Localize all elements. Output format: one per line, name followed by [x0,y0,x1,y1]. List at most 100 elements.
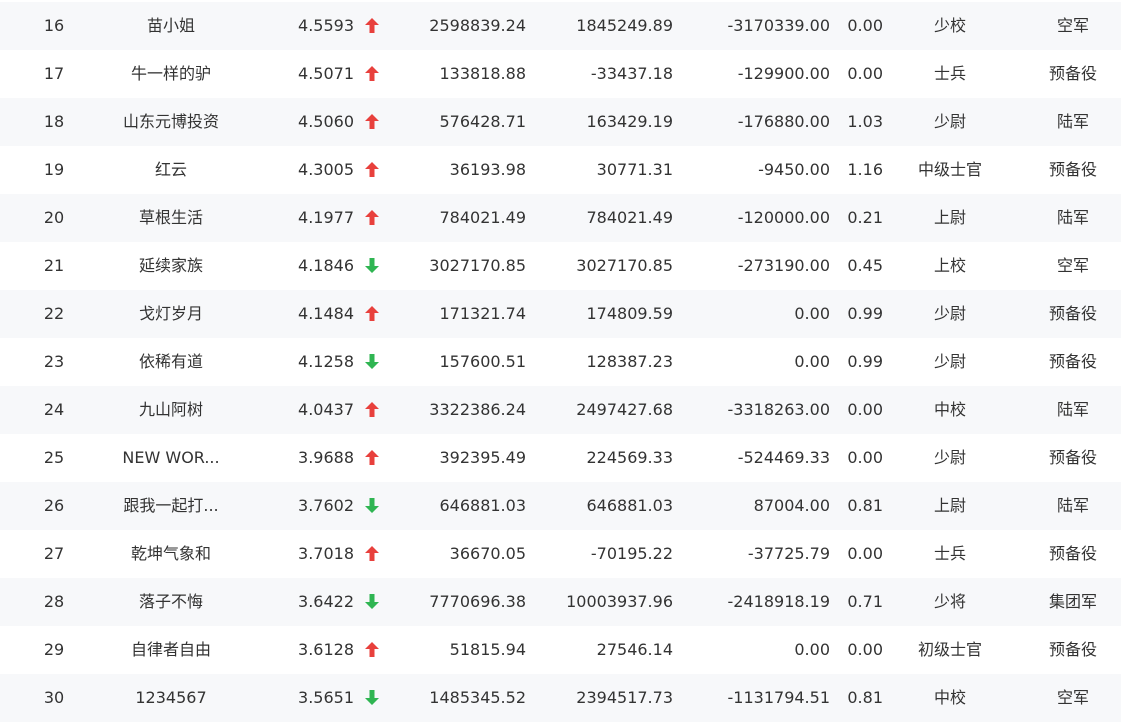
unit-cell: 空军 [1056,16,1089,35]
unit-cell: 预备役 [1048,544,1097,563]
ratio-cell: 0.45 [847,256,883,275]
unit-cell: 空军 [1056,256,1089,275]
value-1-cell: 51815.94 [449,640,526,659]
rank-title-cell: 少尉 [933,112,966,131]
table-row[interactable]: 26 跟我一起打... 3.7602 646881.03 646881.03 87004.… [0,482,1121,530]
arrow-down-icon [365,593,379,609]
value-3-cell: 87004.00 [753,496,830,515]
arrow-up-icon [365,209,379,225]
player-name: 山东元博投资 [122,112,219,131]
rank-title-cell: 少尉 [933,304,966,323]
ratio-cell: 0.00 [847,640,883,659]
unit-cell: 预备役 [1048,64,1097,83]
unit-cell: 预备役 [1048,352,1097,371]
rank-title-cell: 少尉 [933,352,966,371]
value-2-cell: 3027170.85 [576,256,673,275]
rank-title-cell: 少尉 [933,448,966,467]
value-1-cell: 36193.98 [449,160,526,179]
score-cell: 3.6128 [298,640,354,659]
value-1-cell: 171321.74 [439,304,526,323]
rank-title-cell: 中校 [933,688,966,707]
arrow-down-icon [365,497,379,513]
value-1-cell: 392395.49 [439,448,526,467]
table-row[interactable]: 17 牛一样的驴 4.5071 133818.88 -33437.18 -129900.0… [0,50,1121,98]
value-3-cell: -3318263.00 [727,400,830,419]
rank-cell: 22 [43,304,65,323]
score-cell: 4.1258 [298,352,354,371]
table-row[interactable]: 23 依稀有道 4.1258 157600.51 128387.23 0.00 0.99 少尉… [0,338,1121,386]
table-row[interactable]: 19 红云 4.3005 36193.98 30771.31 -9450.00 1.16 中级… [0,146,1121,194]
value-2-cell: 784021.49 [586,208,673,227]
score-cell: 4.5060 [298,112,354,131]
rank-title-cell: 少校 [933,16,966,35]
player-name: 1234567 [135,688,207,707]
unit-cell: 集团军 [1048,592,1097,611]
table-row[interactable]: 21 延续家族 4.1846 3027170.85 3027170.85 -273190.… [0,242,1121,290]
value-3-cell: -524469.33 [737,448,830,467]
value-1-cell: 646881.03 [439,496,526,515]
score-cell: 4.0437 [298,400,354,419]
unit-cell: 空军 [1056,688,1089,707]
value-2-cell: 2394517.73 [576,688,673,707]
table-row[interactable]: 18 山东元博投资 4.5060 576428.71 163429.19 -176880.… [0,98,1121,146]
rank-title-cell: 士兵 [933,64,966,83]
value-3-cell: -2418918.19 [727,592,830,611]
table-row[interactable]: 28 落子不悔 3.6422 7770696.38 10003937.96 -241891… [0,578,1121,626]
value-2-cell: -33437.18 [590,64,673,83]
rank-cell: 17 [43,64,65,83]
trend-cell [362,530,382,578]
trend-cell [362,194,382,242]
value-1-cell: 36670.05 [449,544,526,563]
table-row[interactable]: 30 1234567 3.5651 1485345.52 2394517.73 -1131… [0,674,1121,722]
rank-cell: 21 [43,256,65,275]
player-name: 牛一样的驴 [130,64,211,83]
value-1-cell: 576428.71 [439,112,526,131]
rank-title-cell: 上尉 [933,496,966,515]
table-row[interactable]: 16 苗小姐 4.5593 2598839.24 1845249.89 -3170339.… [0,2,1121,50]
table-row[interactable]: 25 NEW WOR... 3.9688 392395.49 224569.33 -524… [0,434,1121,482]
table-row[interactable]: 22 戈灯岁月 4.1484 171321.74 174809.59 0.00 0.99 少尉… [0,290,1121,338]
ratio-cell: 0.00 [847,16,883,35]
score-cell: 4.5593 [298,16,354,35]
rank-cell: 25 [43,448,65,467]
rank-title-cell: 上尉 [933,208,966,227]
trend-cell [362,50,382,98]
value-3-cell: 0.00 [794,352,830,371]
value-2-cell: 2497427.68 [576,400,673,419]
unit-cell: 陆军 [1056,400,1089,419]
value-3-cell: -9450.00 [758,160,830,179]
rank-cell: 19 [43,160,65,179]
value-1-cell: 157600.51 [439,352,526,371]
rank-cell: 30 [43,688,65,707]
rank-title-cell: 上校 [933,256,966,275]
score-cell: 4.1846 [298,256,354,275]
value-3-cell: -273190.00 [737,256,830,275]
score-cell: 3.5651 [298,688,354,707]
arrow-down-icon [365,689,379,705]
arrow-up-icon [365,449,379,465]
table-row[interactable]: 27 乾坤气象和 3.7018 36670.05 -70195.22 -37725.79 0… [0,530,1121,578]
value-3-cell: -176880.00 [737,112,830,131]
value-2-cell: 1845249.89 [576,16,673,35]
unit-cell: 陆军 [1056,496,1089,515]
table-row[interactable]: 20 草根生活 4.1977 784021.49 784021.49 -120000.00… [0,194,1121,242]
trend-cell [362,146,382,194]
score-cell: 4.5071 [298,64,354,83]
table-row[interactable]: 24 九山阿树 4.0437 3322386.24 2497427.68 -3318263… [0,386,1121,434]
value-2-cell: 163429.19 [586,112,673,131]
score-cell: 3.7018 [298,544,354,563]
trend-cell [362,434,382,482]
trend-cell [362,674,382,722]
ratio-cell: 0.71 [847,592,883,611]
value-1-cell: 3322386.24 [429,400,526,419]
arrow-up-icon [365,641,379,657]
ratio-cell: 0.21 [847,208,883,227]
arrow-up-icon [365,161,379,177]
unit-cell: 陆军 [1056,208,1089,227]
rank-title-cell: 中校 [933,400,966,419]
value-2-cell: -70195.22 [590,544,673,563]
value-3-cell: -3170339.00 [727,16,830,35]
ratio-cell: 0.99 [847,352,883,371]
rank-cell: 24 [43,400,65,419]
table-row[interactable]: 29 自律者自由 3.6128 51815.94 27546.14 0.00 0.00 初级士… [0,626,1121,674]
